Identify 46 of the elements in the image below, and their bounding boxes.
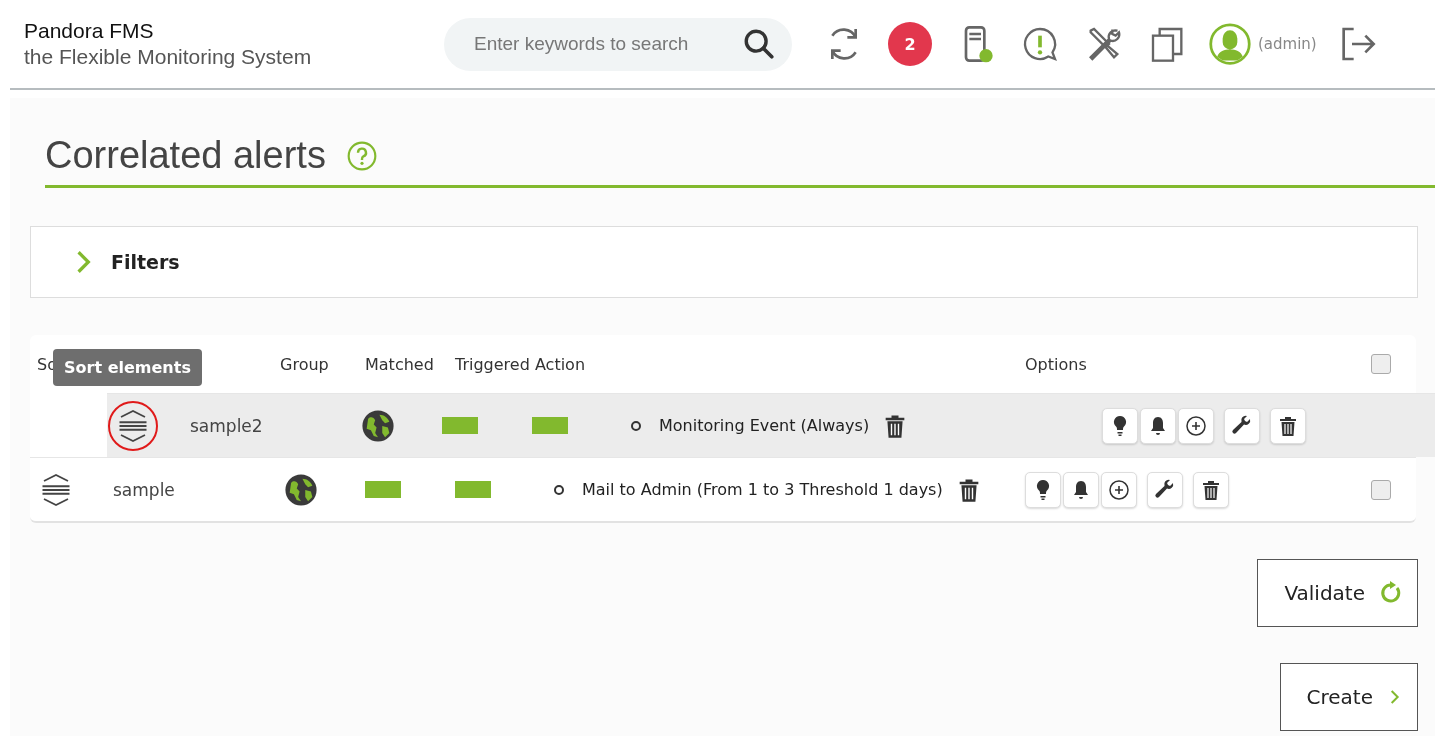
action-name: Monitoring Event (Always) <box>659 416 870 435</box>
column-header: Triggered Action <box>455 354 586 374</box>
validate-button[interactable]: Validate <box>1257 559 1418 627</box>
refresh-icon <box>1379 581 1403 605</box>
user-name[interactable]: (admin) <box>1258 35 1317 53</box>
tooltip: Sort elements <box>53 349 202 386</box>
globe-icon <box>361 408 395 443</box>
notification-badge[interactable]: 2 <box>888 22 932 66</box>
status-bar-icon <box>455 481 491 498</box>
search-field[interactable]: Enter keywords to search <box>444 17 792 71</box>
alert-name: sample2 <box>189 415 263 436</box>
bell-button[interactable] <box>1063 471 1099 508</box>
filters-label[interactable]: Filters <box>111 251 180 273</box>
wrench-button[interactable] <box>1147 471 1183 508</box>
status-bar-icon <box>442 417 478 434</box>
action-name: Mail to Admin (From 1 to 3 Threshold 1 days) <box>582 480 943 499</box>
bell-button[interactable] <box>1140 407 1176 444</box>
search-input[interactable]: Enter keywords to search <box>472 32 742 56</box>
status-bar-icon <box>365 481 401 498</box>
search-icon[interactable] <box>742 27 776 61</box>
brand-tagline: the Flexible Monitoring System <box>24 45 313 69</box>
alert-name: sample <box>112 479 175 500</box>
delete-button[interactable] <box>1270 407 1306 444</box>
bulb-button[interactable] <box>1025 471 1061 508</box>
column-header: Options <box>1025 354 1087 374</box>
column-header: Group <box>280 354 329 374</box>
wrench-button[interactable] <box>1224 407 1260 444</box>
globe-icon <box>284 472 318 507</box>
add-button[interactable] <box>1178 407 1214 444</box>
create-button[interactable]: Create <box>1279 663 1418 731</box>
plus-circle-icon <box>1184 413 1208 438</box>
page-title: Correlated alerts <box>45 134 326 177</box>
circled-sort-handle-icon[interactable] <box>108 400 158 451</box>
add-button[interactable] <box>1101 471 1137 508</box>
filters-panel[interactable]: Filters <box>30 226 1418 298</box>
status-bar-icon <box>532 417 568 434</box>
bullet-icon <box>631 420 641 431</box>
dragged-row[interactable]: sample2 Monitoring Event (Always) <box>107 393 1435 457</box>
delete-button[interactable] <box>1193 471 1229 508</box>
brand-name: Pandora FMS <box>24 19 155 43</box>
column-header: Matched <box>365 354 434 374</box>
row-checkbox[interactable] <box>1370 479 1391 500</box>
plus-circle-icon <box>1107 477 1131 502</box>
bullet-icon <box>554 484 564 495</box>
select-all-checkbox[interactable] <box>1370 354 1391 374</box>
bulb-button[interactable] <box>1102 407 1138 444</box>
